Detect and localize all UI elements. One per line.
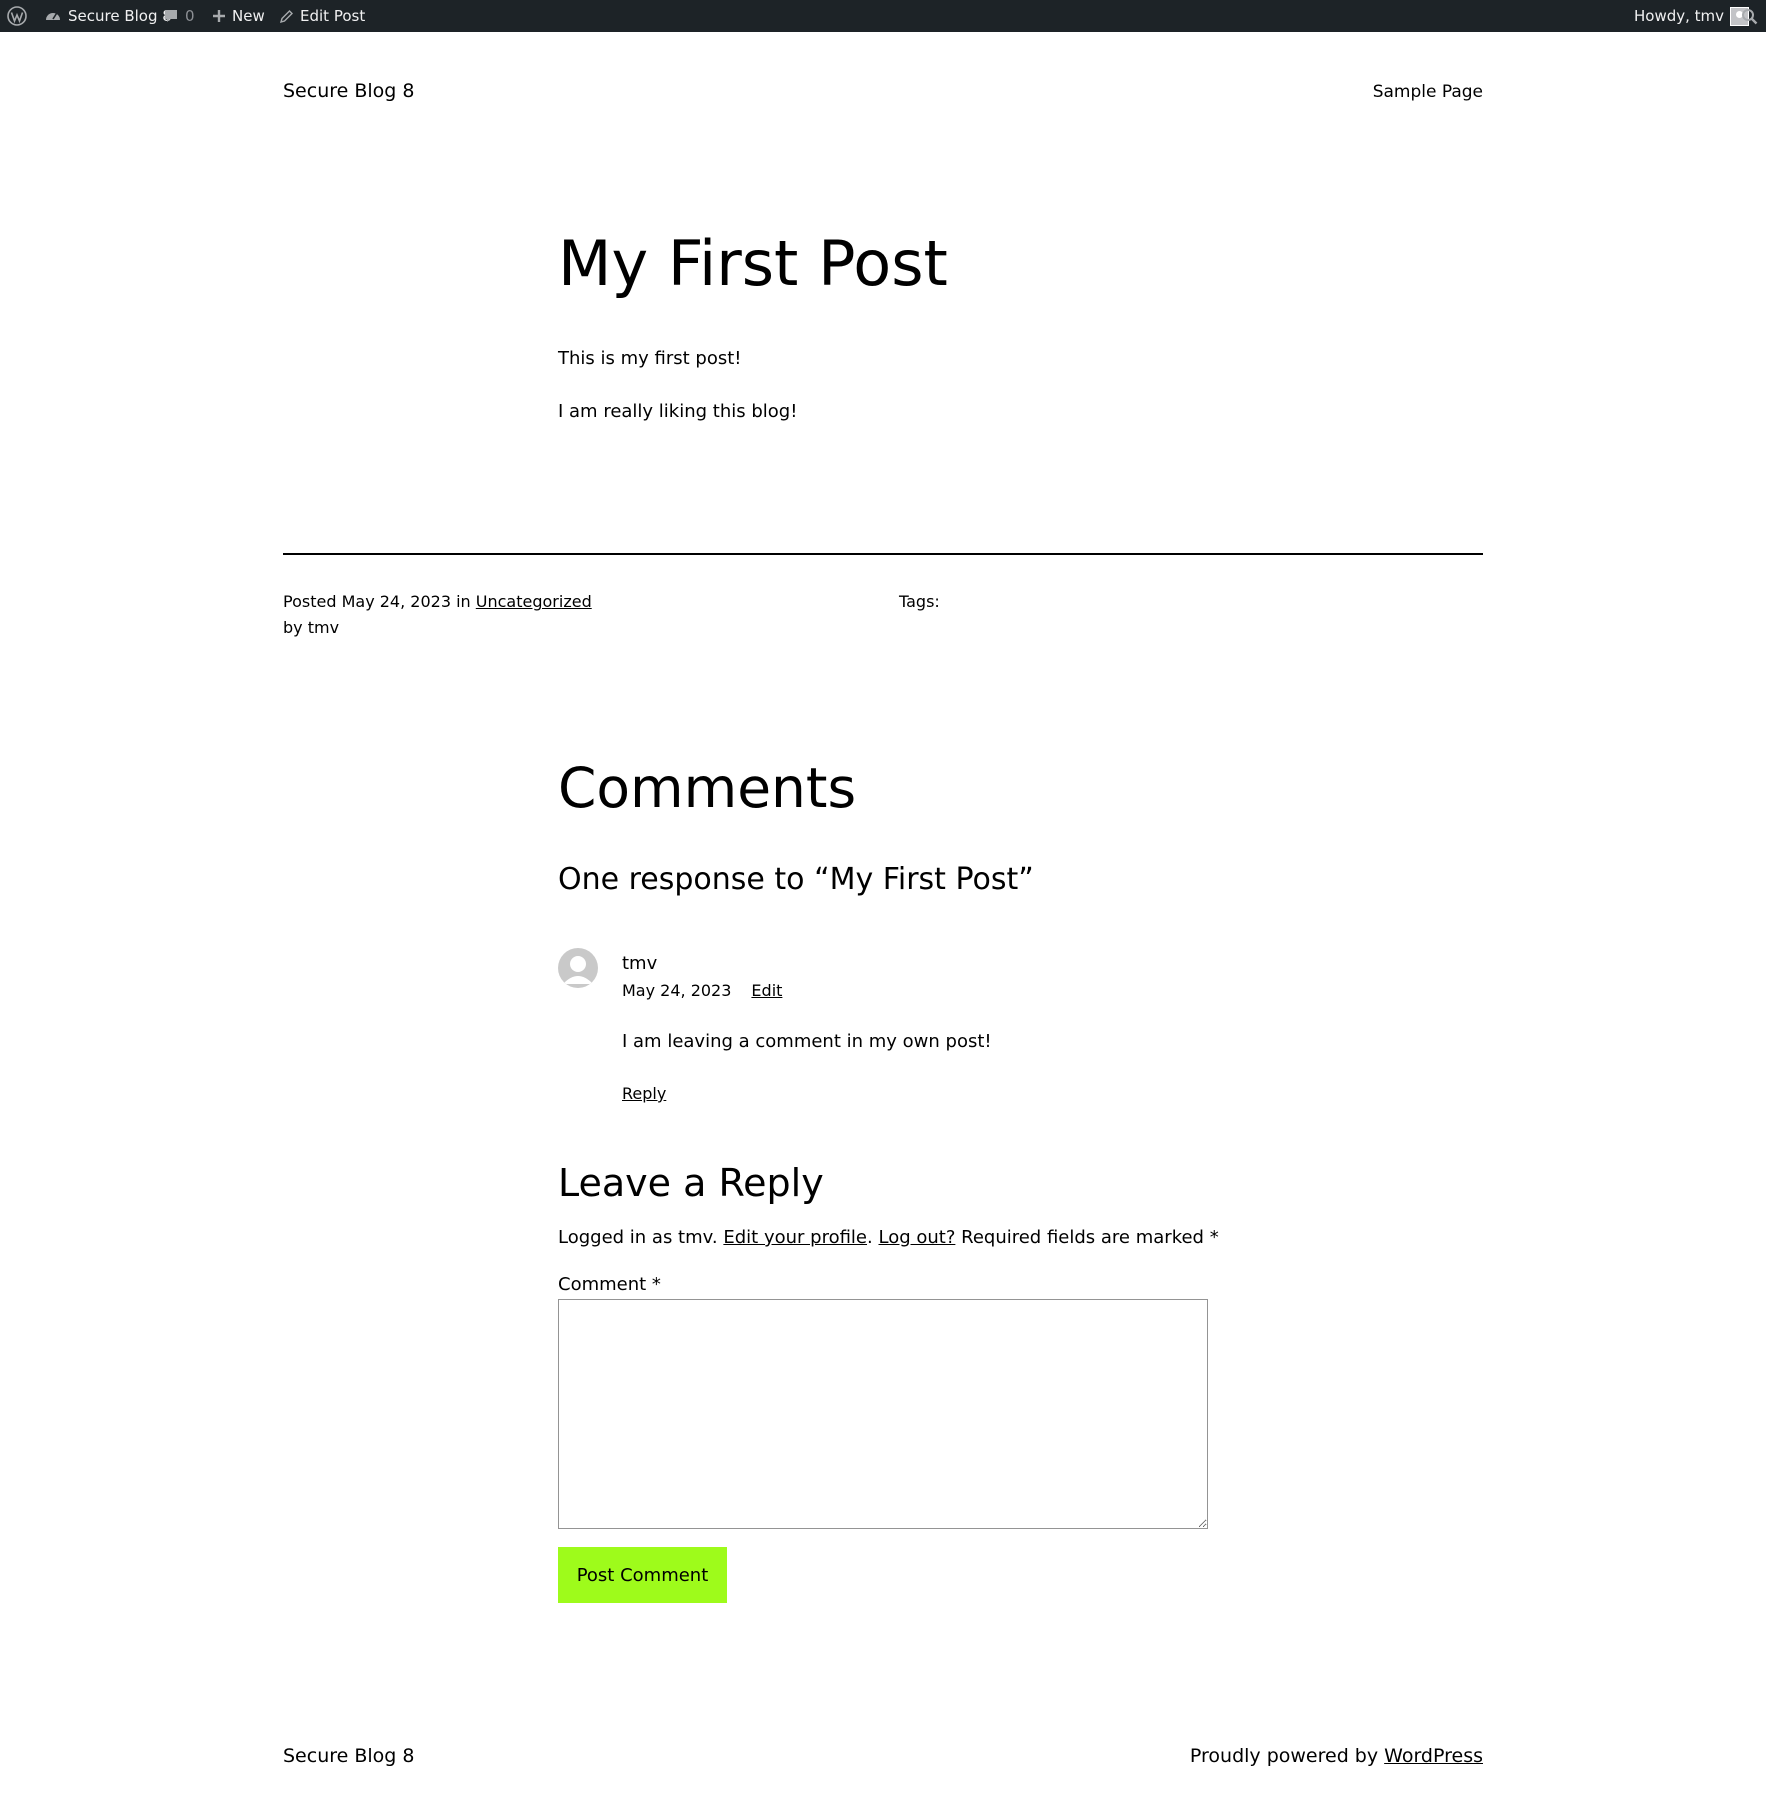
- comments-heading: Comments: [558, 756, 857, 820]
- period: .: [867, 1227, 873, 1248]
- admin-bar-edit-post[interactable]: Edit Post: [279, 0, 365, 32]
- in-text: in: [456, 592, 471, 611]
- posted-prefix: Posted: [283, 592, 337, 611]
- powered-prefix: Proudly powered by: [1189, 1745, 1379, 1767]
- wordpress-logo-icon[interactable]: [7, 0, 27, 32]
- site-title[interactable]: Secure Blog 8: [283, 80, 415, 102]
- wordpress-link[interactable]: WordPress: [1384, 1745, 1483, 1767]
- post-paragraph: I am really liking this blog!: [558, 401, 798, 422]
- plus-icon: [213, 10, 225, 22]
- search-icon[interactable]: [1741, 0, 1758, 32]
- nav-sample-page[interactable]: Sample Page: [1373, 82, 1483, 102]
- admin-bar: Secure Blog 8 0 New Edit Post Howdy, tmv: [0, 0, 1766, 32]
- footer-site-title[interactable]: Secure Blog 8: [283, 1745, 415, 1767]
- post-meta: Posted May 24, 2023 in Uncategorized by …: [283, 589, 592, 641]
- footer-powered-by: Proudly powered by WordPress: [1190, 1745, 1483, 1767]
- admin-bar-site-link[interactable]: Secure Blog 8: [44, 0, 172, 32]
- admin-bar-new-label: New: [232, 7, 265, 25]
- logged-in-prefix: Logged in as tmv.: [558, 1227, 718, 1248]
- admin-bar-new[interactable]: New: [212, 0, 265, 32]
- dashboard-icon: [46, 13, 60, 20]
- comment-text: I am leaving a comment in my own post!: [622, 1031, 992, 1052]
- tags-label: Tags:: [899, 592, 940, 611]
- comment-label: Comment *: [558, 1274, 661, 1295]
- separator: [283, 553, 1483, 555]
- comment-date[interactable]: May 24, 2023: [622, 981, 731, 1000]
- admin-bar-comments[interactable]: 0: [163, 0, 195, 32]
- post-paragraph: This is my first post!: [558, 348, 742, 369]
- reply-title: Leave a Reply: [558, 1161, 824, 1205]
- comment-author: tmv: [622, 953, 658, 974]
- admin-bar-howdy: Howdy, tmv: [1634, 7, 1725, 25]
- pencil-icon: [279, 9, 293, 23]
- category-link[interactable]: Uncategorized: [476, 592, 592, 611]
- by-prefix: by: [283, 618, 303, 637]
- comment-bubble-icon: [165, 10, 177, 22]
- post-title: My First Post: [558, 227, 948, 300]
- comment-textarea[interactable]: [558, 1299, 1208, 1529]
- post-date[interactable]: May 24, 2023: [342, 592, 451, 611]
- comment-avatar-icon: [558, 948, 598, 988]
- logged-in-as: Logged in as tmv. Edit your profile. Log…: [558, 1226, 1219, 1250]
- post-author[interactable]: tmv: [308, 618, 339, 637]
- admin-bar-my-account[interactable]: Howdy, tmv: [1634, 0, 1750, 32]
- comment-edit-link[interactable]: Edit: [751, 981, 782, 1000]
- admin-bar-comments-count: 0: [185, 7, 195, 25]
- admin-bar-edit-post-label: Edit Post: [300, 7, 366, 25]
- required-fields-note: Required fields are marked *: [961, 1227, 1219, 1248]
- comment-reply-link[interactable]: Reply: [622, 1083, 666, 1105]
- log-out-link[interactable]: Log out?: [878, 1227, 955, 1248]
- post-comment-button[interactable]: Post Comment: [558, 1547, 727, 1603]
- edit-profile-link[interactable]: Edit your profile: [723, 1227, 867, 1248]
- comment-meta: May 24, 2023 Edit: [622, 980, 782, 1002]
- admin-bar-site-name: Secure Blog 8: [68, 7, 172, 25]
- responses-title: One response to “My First Post”: [558, 862, 1034, 897]
